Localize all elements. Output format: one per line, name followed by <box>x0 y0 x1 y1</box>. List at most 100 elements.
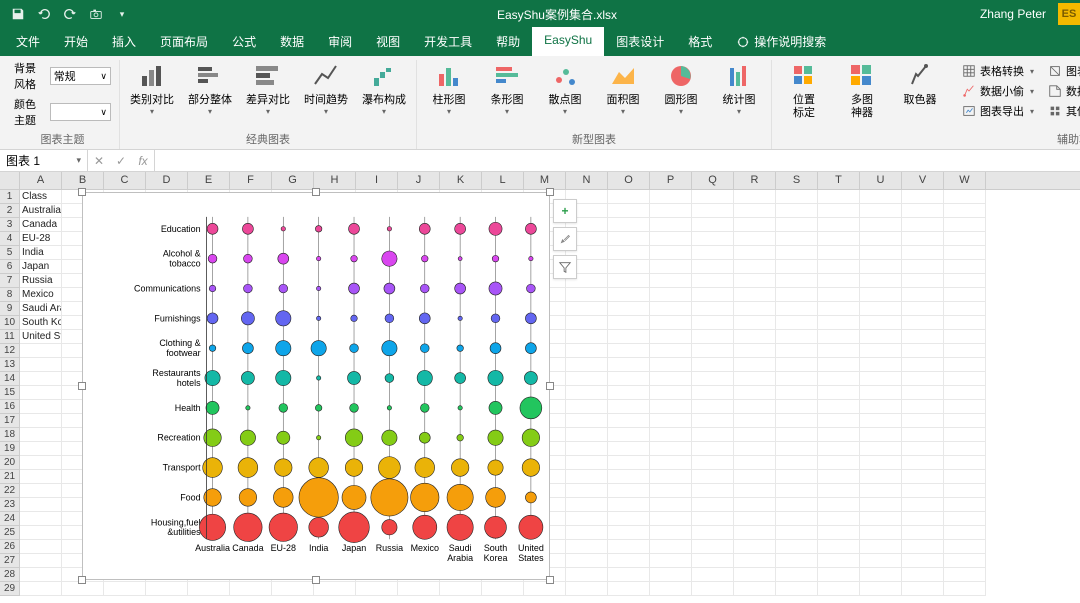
ribbon-btn-瀑布构成[interactable]: 瀑布构成▾ <box>360 60 408 116</box>
cell[interactable] <box>20 582 62 595</box>
cell[interactable] <box>692 554 734 567</box>
col-header[interactable]: P <box>650 172 692 189</box>
cell[interactable] <box>692 302 734 315</box>
cell[interactable] <box>776 428 818 441</box>
cell[interactable] <box>776 246 818 259</box>
resize-handle[interactable] <box>312 576 320 584</box>
cell[interactable] <box>20 372 62 385</box>
resize-handle[interactable] <box>546 188 554 196</box>
tab-公式[interactable]: 公式 <box>220 27 268 56</box>
cell[interactable] <box>650 512 692 525</box>
cell[interactable] <box>944 372 986 385</box>
row-header[interactable]: 14 <box>0 372 19 386</box>
cell[interactable] <box>776 204 818 217</box>
col-header[interactable]: K <box>440 172 482 189</box>
cell[interactable] <box>902 358 944 371</box>
cell[interactable] <box>860 316 902 329</box>
cell[interactable] <box>860 582 902 595</box>
cell[interactable] <box>20 428 62 441</box>
cell[interactable] <box>944 260 986 273</box>
cell[interactable] <box>608 246 650 259</box>
cell[interactable] <box>860 274 902 287</box>
cell[interactable] <box>608 232 650 245</box>
tab-格式[interactable]: 格式 <box>676 27 724 56</box>
cell[interactable] <box>608 190 650 203</box>
cell[interactable] <box>776 190 818 203</box>
row-header[interactable]: 5 <box>0 246 19 260</box>
cell[interactable] <box>860 218 902 231</box>
cell[interactable] <box>776 582 818 595</box>
cell[interactable] <box>944 232 986 245</box>
cell[interactable] <box>650 414 692 427</box>
cell[interactable] <box>650 470 692 483</box>
cell[interactable] <box>818 540 860 553</box>
col-header[interactable]: J <box>398 172 440 189</box>
cell[interactable] <box>860 260 902 273</box>
resize-handle[interactable] <box>312 188 320 196</box>
cell[interactable] <box>902 554 944 567</box>
row-header[interactable]: 15 <box>0 386 19 400</box>
ribbon-btn-位置标定[interactable]: 位置标定 <box>780 60 828 120</box>
cell[interactable] <box>20 344 62 357</box>
cell[interactable]: Japan <box>20 260 62 273</box>
cell[interactable] <box>20 442 62 455</box>
row-header[interactable]: 25 <box>0 526 19 540</box>
cell[interactable] <box>20 568 62 581</box>
cell[interactable] <box>776 386 818 399</box>
col-header[interactable]: D <box>146 172 188 189</box>
cell[interactable] <box>566 554 608 567</box>
select-all-corner[interactable] <box>0 172 20 189</box>
cell[interactable] <box>566 456 608 469</box>
col-header[interactable]: O <box>608 172 650 189</box>
cell[interactable] <box>860 456 902 469</box>
row-header[interactable]: 27 <box>0 554 19 568</box>
cell[interactable] <box>776 302 818 315</box>
cell[interactable] <box>944 302 986 315</box>
cell[interactable] <box>902 442 944 455</box>
cell[interactable] <box>566 484 608 497</box>
cell[interactable] <box>818 414 860 427</box>
cell[interactable] <box>902 470 944 483</box>
row-header[interactable]: 18 <box>0 428 19 442</box>
cell[interactable] <box>20 358 62 371</box>
cell[interactable] <box>776 456 818 469</box>
cell[interactable] <box>650 246 692 259</box>
cell[interactable] <box>692 400 734 413</box>
cell[interactable]: EU-28 <box>20 232 62 245</box>
ribbon-btn-类别对比[interactable]: 类别对比▾ <box>128 60 176 116</box>
cell[interactable] <box>902 568 944 581</box>
cell[interactable] <box>860 512 902 525</box>
cell[interactable] <box>818 288 860 301</box>
tab-图表设计[interactable]: 图表设计 <box>604 27 676 56</box>
tab-开发工具[interactable]: 开发工具 <box>412 27 484 56</box>
row-header[interactable]: 16 <box>0 400 19 414</box>
col-header[interactable]: E <box>188 172 230 189</box>
cell[interactable] <box>944 540 986 553</box>
cell[interactable] <box>776 316 818 329</box>
cell[interactable] <box>902 582 944 595</box>
cell[interactable] <box>650 484 692 497</box>
cell[interactable] <box>776 372 818 385</box>
cell[interactable] <box>650 554 692 567</box>
cell[interactable] <box>20 470 62 483</box>
cell[interactable] <box>818 190 860 203</box>
cell[interactable] <box>692 190 734 203</box>
cell[interactable] <box>734 260 776 273</box>
cell[interactable] <box>734 470 776 483</box>
cell[interactable] <box>20 498 62 511</box>
cell[interactable] <box>566 540 608 553</box>
cell[interactable] <box>650 442 692 455</box>
ribbon-btn-多图神器[interactable]: 多图神器 <box>838 60 886 120</box>
row-header[interactable]: 20 <box>0 456 19 470</box>
col-header[interactable]: S <box>776 172 818 189</box>
aux-其他功能[interactable]: 其他功能▾ <box>1046 102 1080 120</box>
cell[interactable] <box>692 246 734 259</box>
cell[interactable] <box>608 540 650 553</box>
cell[interactable] <box>902 512 944 525</box>
cell[interactable] <box>734 484 776 497</box>
cell[interactable] <box>650 344 692 357</box>
row-header[interactable]: 13 <box>0 358 19 372</box>
cell[interactable] <box>776 330 818 343</box>
col-header[interactable]: G <box>272 172 314 189</box>
cell[interactable] <box>608 400 650 413</box>
